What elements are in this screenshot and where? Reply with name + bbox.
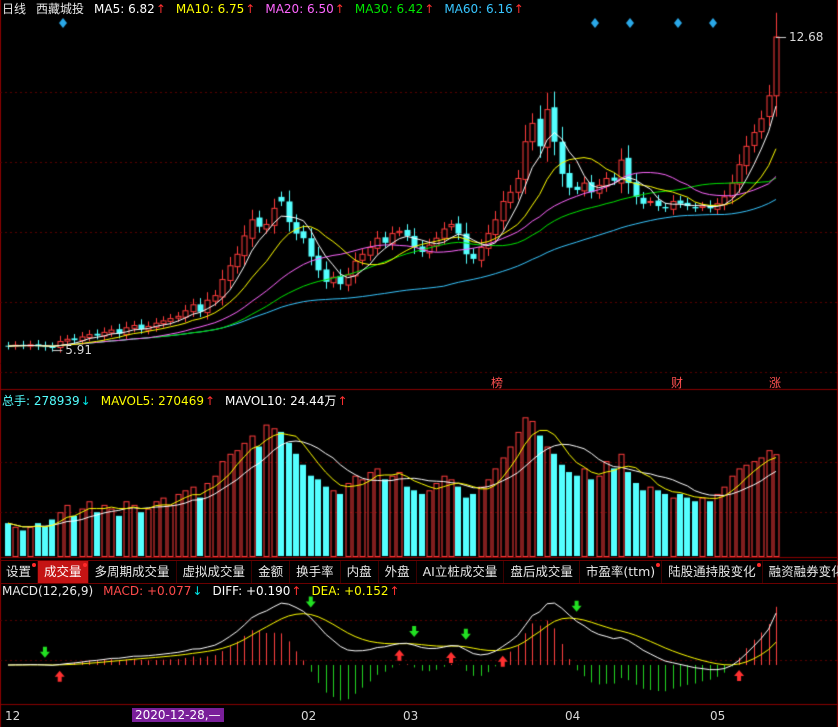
ma30-arrow-icon: ↑	[424, 2, 435, 16]
tab-label: 内盘	[346, 564, 372, 579]
tab-label: AI立桩成交量	[422, 564, 498, 579]
tab-7[interactable]: 外盘	[379, 561, 417, 583]
macd-arrow-icon: ↓	[192, 584, 203, 598]
ma30-value: MA30: 6.42	[354, 2, 424, 16]
volume-header: 总手: 278939↓ MAVOL5: 270469↑ MAVOL10: 24.44…	[2, 393, 358, 409]
tab-label: 设置	[6, 564, 32, 579]
axis-label-may: 05	[710, 709, 726, 723]
tab-dot-icon	[82, 563, 87, 567]
tab-label: 多周期成交量	[94, 564, 170, 579]
macd-title: MACD(12,26,9)	[2, 584, 94, 598]
diff-arrow-icon: ↑	[291, 584, 302, 598]
ma5-arrow-icon: ↑	[155, 2, 166, 16]
price-low-label: 5.91	[65, 343, 93, 357]
indicator-tab-bar: 设置 成交量 多周期成交量 虚拟成交量 金额 换手率 内盘 外盘 AI立桩成交量 盘后成交量 市盈率…	[0, 560, 838, 584]
mavol5-arrow-icon: ↑	[204, 394, 216, 408]
tab-label: 盘后成交量	[510, 564, 573, 579]
date-axis: 12 2020-12-28,— 02 03 04 05	[0, 705, 838, 727]
tab-dot-icon	[756, 563, 761, 567]
axis-label-feb: 02	[301, 709, 317, 723]
ma20-value: MA20: 6.50	[265, 2, 334, 16]
tab-dot-icon	[656, 563, 661, 567]
tab-label: 外盘	[384, 564, 410, 579]
tab-4[interactable]: 金额	[252, 561, 291, 583]
price-high-label: 12.68	[789, 30, 824, 44]
dea-arrow-icon: ↑	[389, 584, 400, 598]
event-tag-2[interactable]: 涨	[769, 374, 781, 391]
tab-1[interactable]: 成交量	[38, 561, 89, 583]
event-tag-1[interactable]: 财	[671, 374, 683, 391]
axis-label-mar: 03	[403, 709, 419, 723]
stock-chart-canvas[interactable]	[0, 0, 838, 727]
price-header: 日线 西藏城投 MA5: 6.82↑ MA10: 6.75↑ MA20: 6.50↑ MA…	[2, 1, 534, 17]
total-volume: 总手: 278939	[2, 394, 80, 408]
stock-name: 西藏城投	[36, 2, 85, 16]
tab-10[interactable]: 市盈率(ttm)	[580, 561, 663, 583]
tab-2[interactable]: 多周期成交量	[89, 561, 177, 583]
macd-header: MACD(12,26,9) MACD: +0.077↓ DIFF: +0.190↑ D…	[2, 583, 410, 599]
tab-label: 成交量	[44, 564, 82, 579]
tab-3[interactable]: 虚拟成交量	[177, 561, 253, 583]
axis-label-dec: 12	[5, 709, 21, 723]
tab-8[interactable]: AI立桩成交量	[417, 561, 505, 583]
tab-label: 市盈率(ttm)	[585, 564, 656, 579]
axis-label-apr: 04	[565, 709, 581, 723]
mavol10-value: MAVOL10: 24.44万	[225, 394, 337, 408]
total-volume-arrow-icon: ↓	[80, 394, 91, 408]
tab-0[interactable]: 设置	[0, 561, 39, 583]
ma5-value: MA5: 6.82	[94, 2, 155, 16]
tab-label: 融资融券变化	[768, 564, 838, 579]
tab-5[interactable]: 换手率	[290, 561, 341, 583]
macd-value: MACD: +0.077	[103, 584, 192, 598]
ma60-value: MA60: 6.16	[444, 2, 513, 16]
ma60-arrow-icon: ↑	[513, 2, 524, 16]
event-tag-0[interactable]: 榜	[491, 374, 503, 391]
mavol5-value: MAVOL5: 270469	[100, 394, 204, 408]
tab-label: 陆股通持股变化	[668, 564, 756, 579]
tab-dot-icon	[32, 563, 37, 567]
tab-label: 金额	[258, 564, 284, 579]
tab-label: 换手率	[296, 564, 334, 579]
period-label: 日线	[2, 2, 27, 16]
crosshair-date-label: 2020-12-28,—	[132, 708, 224, 722]
tab-9[interactable]: 盘后成交量	[504, 561, 580, 583]
mavol10-arrow-icon: ↑	[337, 394, 348, 408]
tab-11[interactable]: 陆股通持股变化	[662, 561, 763, 583]
tab-6[interactable]: 内盘	[341, 561, 379, 583]
diff-value: DIFF: +0.190	[212, 584, 291, 598]
tab-label: 虚拟成交量	[182, 564, 246, 579]
ma10-arrow-icon: ↑	[245, 2, 256, 16]
tab-12[interactable]: 融资融券变化	[763, 561, 838, 583]
ma20-arrow-icon: ↑	[334, 2, 345, 16]
ma10-value: MA10: 6.75	[175, 2, 245, 16]
dea-value: DEA: +0.152	[311, 584, 389, 598]
